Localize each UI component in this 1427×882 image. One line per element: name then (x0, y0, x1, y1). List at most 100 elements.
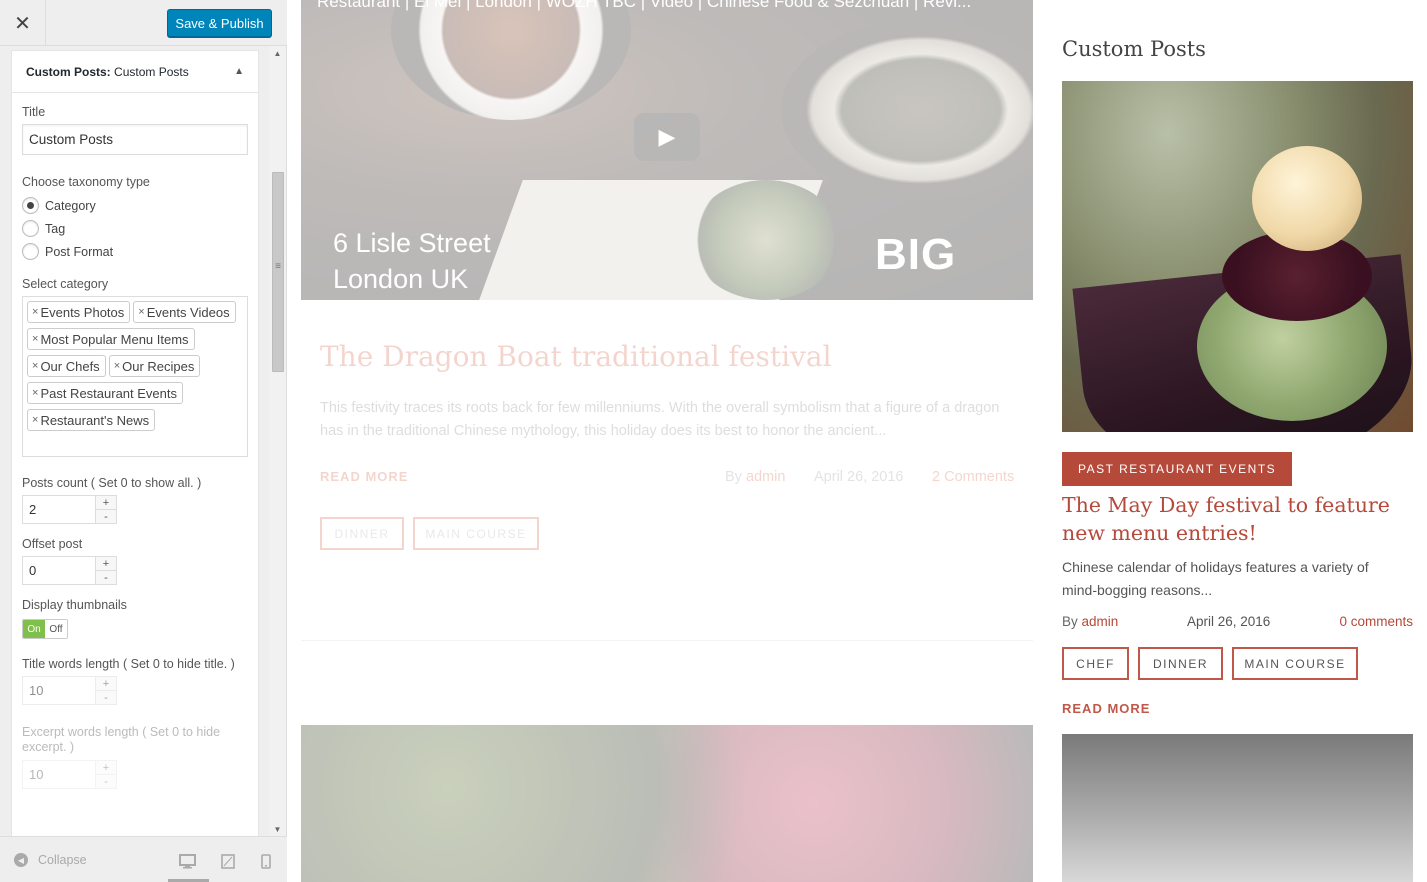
sidebar-comments-link[interactable]: 0 comments (1339, 614, 1413, 629)
video-embed[interactable]: Restaurant | El Mei | London | WOZH TBC … (301, 0, 1033, 300)
radio-label: Tag (45, 221, 66, 236)
toggle-on[interactable]: On (23, 620, 45, 638)
title-words-stepper[interactable]: 10 + - (22, 676, 117, 705)
video-frame-plate (391, 0, 631, 120)
sidebar-post-excerpt: Chinese calendar of holidays features a … (1062, 559, 1369, 598)
customizer-panel: ✕ Save & Publish Custom Posts: Custom Po… (0, 0, 287, 882)
excerpt-words-stepper[interactable]: 10 + - (22, 760, 117, 789)
category-multiselect[interactable]: × Events Photos × Events Videos × Most Popula… (22, 296, 248, 457)
widget-header-type: Custom Posts: (26, 64, 111, 79)
thumbnails-toggle[interactable]: On Off (22, 619, 68, 639)
widget-header[interactable]: Custom Posts: Custom Posts ▲ (12, 51, 258, 93)
post-featured-image[interactable] (301, 725, 1033, 882)
author-link[interactable]: admin (746, 469, 786, 485)
title-words-value[interactable]: 10 (23, 677, 95, 704)
title-input[interactable]: Custom Posts (22, 124, 248, 155)
posts-count-label: Posts count ( Set 0 to show all. ) (22, 476, 202, 490)
tablet-preview-icon[interactable] (221, 854, 235, 874)
video-frame-plate (781, 20, 1033, 200)
by-label: By (1062, 614, 1078, 629)
post-title[interactable]: The Dragon Boat traditional festival (320, 340, 832, 373)
radio-button[interactable] (22, 220, 39, 237)
tag-main-course[interactable]: MAIN COURSE (413, 517, 539, 550)
tag-dinner[interactable]: DINNER (320, 517, 404, 550)
widget-title: Custom Posts (1062, 37, 1206, 61)
taxonomy-option[interactable]: Tag (22, 217, 248, 240)
video-frame-food (691, 180, 841, 300)
chip-label: Past Restaurant Events (40, 385, 178, 401)
sidebar-post-date: April 26, 2016 (1187, 614, 1271, 629)
scroll-down-arrow-icon[interactable]: ▼ (269, 822, 286, 836)
remove-chip-icon[interactable]: × (138, 306, 144, 318)
post-thumbnail[interactable] (1062, 734, 1413, 882)
increment-button[interactable]: + (96, 761, 116, 774)
read-more-link[interactable]: READ MORE (320, 469, 408, 484)
desktop-preview-icon[interactable] (179, 854, 196, 874)
remove-chip-icon[interactable]: × (32, 306, 38, 318)
post-author: By admin (725, 469, 785, 485)
tag-main-course[interactable]: MAIN COURSE (1232, 647, 1358, 680)
panel-footer: ◀ Collapse (0, 836, 287, 882)
save-publish-button[interactable]: Save & Publish (167, 9, 272, 37)
title-label: Title (22, 105, 46, 119)
collapse-label: Collapse (38, 853, 87, 867)
chip-label: Events Photos (40, 304, 125, 320)
comments-link[interactable]: 2 Comments (932, 469, 1014, 485)
offset-stepper[interactable]: 0 + - (22, 556, 117, 585)
chip-label: Events Videos (146, 304, 230, 320)
taxonomy-option[interactable]: Post Format (22, 240, 248, 263)
widget-header-title: Custom Posts (110, 64, 189, 79)
increment-button[interactable]: + (96, 496, 116, 509)
scrollbar-thumb[interactable] (272, 172, 284, 372)
read-more-link[interactable]: READ MORE (1062, 701, 1150, 716)
category-chip[interactable]: × Most Popular Menu Items (27, 328, 195, 350)
post-date: April 26, 2016 (814, 469, 904, 485)
divider (301, 640, 1033, 641)
tag-chef[interactable]: CHEF (1062, 647, 1129, 680)
decrement-button[interactable]: - (96, 774, 116, 788)
remove-chip-icon[interactable]: × (114, 360, 120, 372)
custom-posts-widget: Custom Posts: Custom Posts ▲ Title Custo… (11, 50, 259, 838)
decrement-button[interactable]: - (96, 509, 116, 523)
taxonomy-option[interactable]: Category (22, 194, 248, 217)
remove-chip-icon[interactable]: × (32, 360, 38, 372)
chip-label: Restaurant's News (40, 412, 150, 428)
radio-button[interactable] (22, 197, 39, 214)
increment-button[interactable]: + (96, 557, 116, 570)
radio-button[interactable] (22, 243, 39, 260)
remove-chip-icon[interactable]: × (32, 414, 38, 426)
posts-count-value[interactable]: 2 (23, 496, 95, 523)
increment-button[interactable]: + (96, 677, 116, 690)
collapse-arrow-icon[interactable]: ▲ (234, 66, 244, 77)
video-address-text: 6 Lisle Street London UK (333, 225, 491, 297)
video-title[interactable]: Restaurant | El Mei | London | WOZH TBC … (317, 0, 971, 12)
offset-value[interactable]: 0 (23, 557, 95, 584)
category-badge[interactable]: PAST RESTAURANT EVENTS (1062, 452, 1293, 486)
sidebar-post-title[interactable]: The May Day festival to feature new menu… (1062, 491, 1413, 547)
close-customizer-button[interactable]: ✕ (0, 0, 46, 46)
category-chip[interactable]: × Events Photos (27, 301, 131, 323)
category-chip[interactable]: × Past Restaurant Events (27, 382, 184, 404)
tag-dinner[interactable]: DINNER (1138, 647, 1223, 680)
mobile-preview-icon[interactable] (261, 854, 271, 874)
excerpt-words-value[interactable]: 10 (23, 761, 95, 788)
category-chip[interactable]: × Our Chefs (27, 355, 106, 377)
author-link[interactable]: admin (1082, 614, 1119, 629)
play-icon[interactable]: ▶ (634, 113, 700, 161)
decrement-button[interactable]: - (96, 690, 116, 704)
chip-label: Most Popular Menu Items (40, 331, 189, 347)
post-thumbnail[interactable] (1062, 81, 1413, 432)
taxonomy-radio-group: Category Tag Post Format (22, 194, 248, 263)
toggle-off[interactable]: Off (45, 620, 67, 638)
panel-scrollbar[interactable]: ▲ ▼ (269, 46, 286, 836)
category-chip[interactable]: × Restaurant's News (27, 409, 156, 431)
collapse-button[interactable]: ◀ Collapse (14, 853, 87, 867)
posts-count-stepper[interactable]: 2 + - (22, 495, 117, 524)
remove-chip-icon[interactable]: × (32, 387, 38, 399)
decrement-button[interactable]: - (96, 570, 116, 584)
category-chip[interactable]: × Our Recipes (108, 355, 201, 377)
scroll-up-arrow-icon[interactable]: ▲ (269, 46, 286, 60)
remove-chip-icon[interactable]: × (32, 333, 38, 345)
category-label: Select category (22, 277, 109, 291)
category-chip[interactable]: × Events Videos (133, 301, 236, 323)
